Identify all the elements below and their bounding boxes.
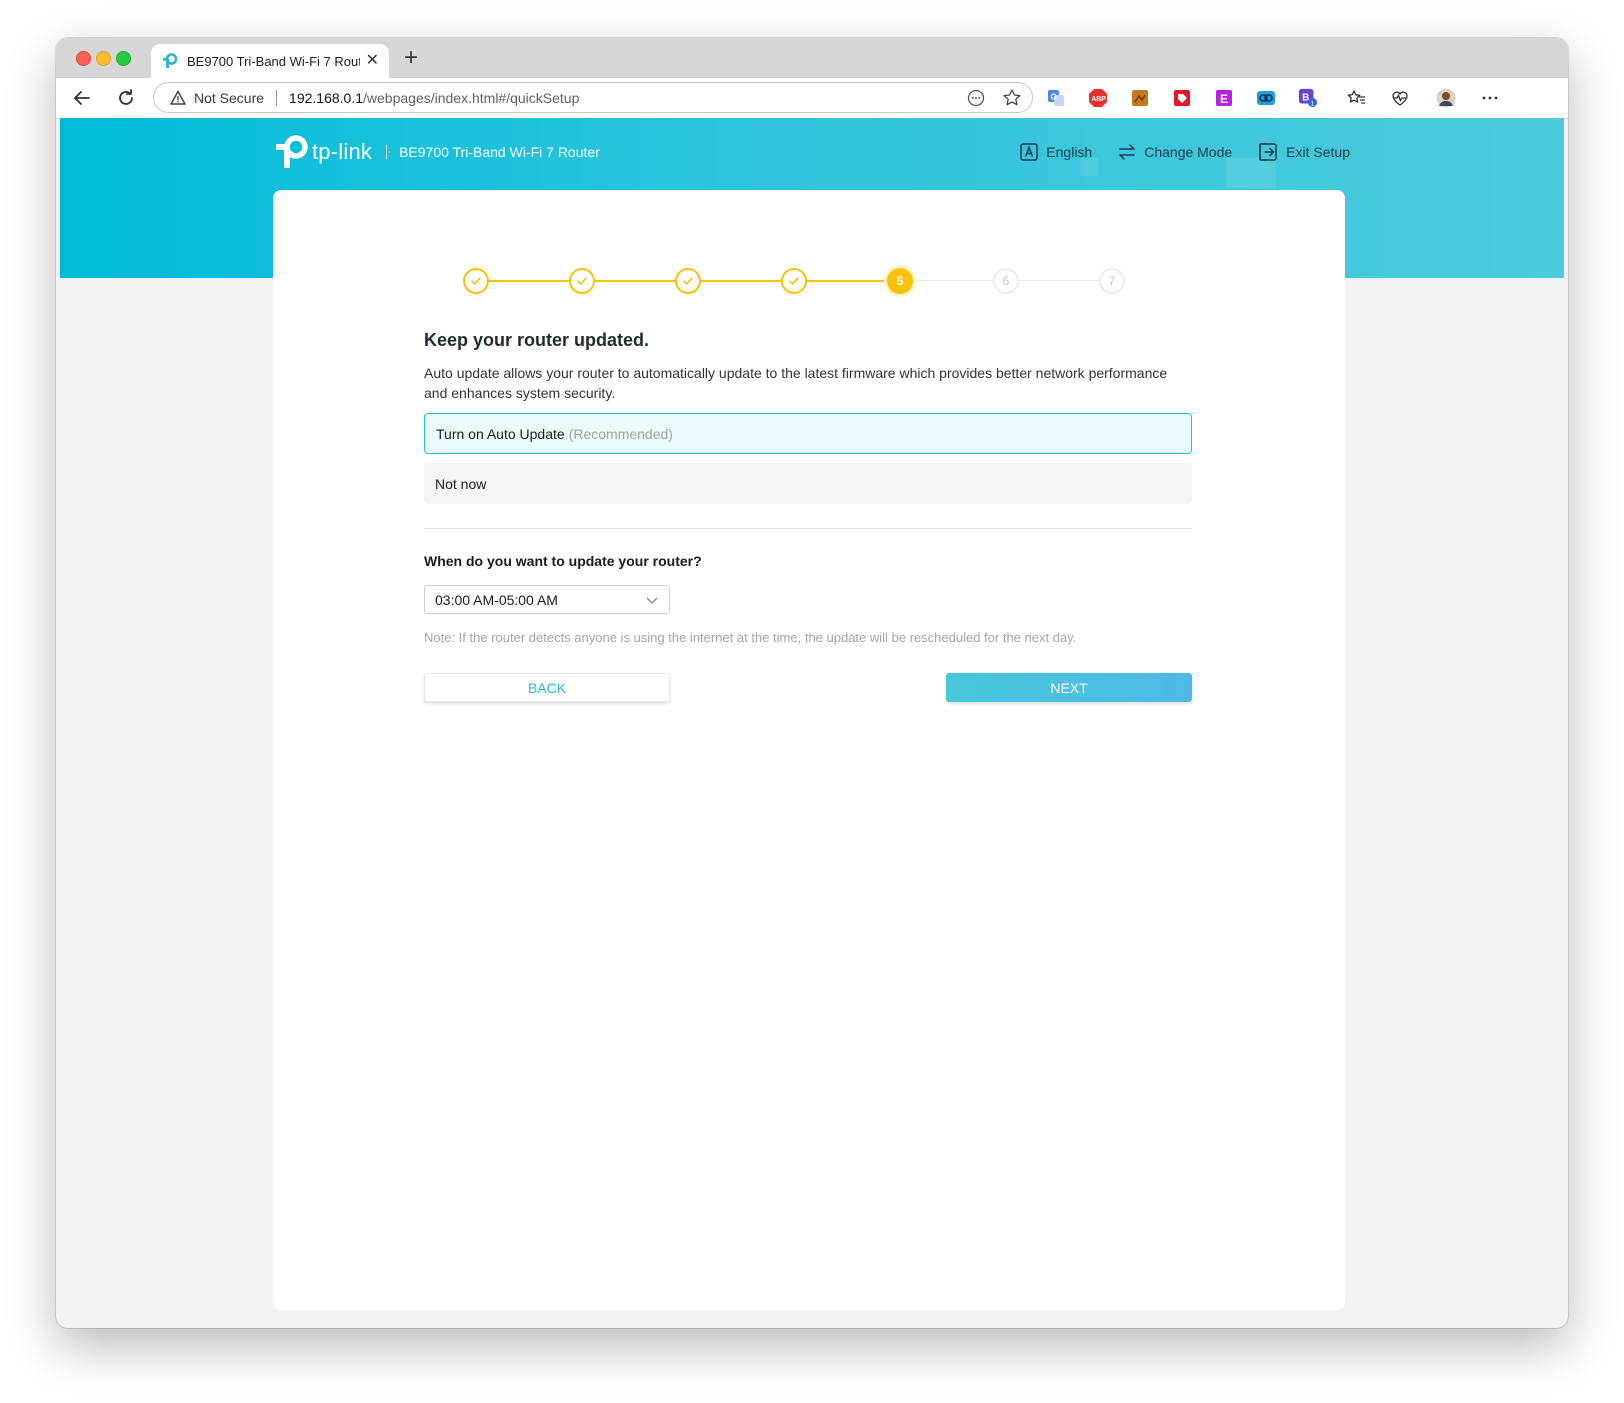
exit-setup-link[interactable]: Exit Setup xyxy=(1258,142,1350,162)
favorites-icon[interactable] xyxy=(1346,88,1366,108)
step-3-completed xyxy=(675,268,701,294)
auto-update-option[interactable]: Turn on Auto Update (Recommended) xyxy=(424,413,1192,454)
health-icon[interactable] xyxy=(1390,88,1410,108)
stepper-connector xyxy=(595,280,675,282)
change-mode-link[interactable]: Change Mode xyxy=(1118,143,1232,161)
reload-icon[interactable] xyxy=(114,86,138,110)
brand-divider xyxy=(386,145,388,159)
profile-avatar[interactable] xyxy=(1436,88,1456,108)
url-path: /webpages/index.html#/quickSetup xyxy=(363,89,580,106)
extension-link-icon[interactable] xyxy=(1256,88,1276,108)
tab-title: BE9700 Tri-Band Wi-Fi 7 Route xyxy=(187,53,360,69)
browser-toolbar: Not Secure 192.168.0.1/webpages/index.ht… xyxy=(56,78,1568,119)
update-note: Note: If the router detects anyone is us… xyxy=(424,630,1077,645)
extension-b-icon[interactable]: B1 xyxy=(1298,88,1318,108)
omnibox-separator xyxy=(276,89,278,106)
svg-text:ABP: ABP xyxy=(1091,96,1106,103)
more-menu-icon[interactable] xyxy=(1480,88,1500,108)
security-label[interactable]: Not Secure xyxy=(194,90,264,106)
extension-orange-icon[interactable] xyxy=(1130,88,1150,108)
extension-badge-count: 1 xyxy=(1311,100,1315,107)
tab-close-icon[interactable]: ✕ xyxy=(366,53,379,69)
not-now-option-label: Not now xyxy=(435,475,487,492)
setup-card: 5 6 7 Keep your router updated. Auto updat… xyxy=(273,190,1345,1310)
tp-link-favicon-icon xyxy=(161,52,179,70)
svg-text:G: G xyxy=(1051,93,1057,102)
bookmark-star-icon[interactable] xyxy=(1002,88,1022,113)
stepper-connector xyxy=(1019,280,1099,281)
extension-purple-e-icon[interactable]: E xyxy=(1214,88,1234,108)
step-6: 6 xyxy=(993,268,1019,294)
update-time-select[interactable]: 03:00 AM-05:00 AM xyxy=(424,585,670,614)
adblock-plus-icon[interactable]: ABP xyxy=(1088,88,1108,108)
close-window-button[interactable] xyxy=(76,51,91,66)
button-row: BACK NEXT xyxy=(424,673,1192,703)
checkmark-icon xyxy=(471,277,481,285)
recommended-hint: (Recommended) xyxy=(568,425,673,442)
auto-update-option-label: Turn on Auto Update xyxy=(436,425,565,442)
step-1-completed xyxy=(463,268,489,294)
back-arrow-icon[interactable] xyxy=(70,86,94,110)
back-button[interactable]: BACK xyxy=(424,673,670,702)
exit-setup-label: Exit Setup xyxy=(1286,144,1350,160)
step-5: 5 xyxy=(887,268,913,294)
header-actions: English Change Mode Exit Setup xyxy=(1020,142,1350,162)
router-setup-page: tp-link BE9700 Tri-Band Wi-Fi 7 Router E… xyxy=(60,118,1564,1324)
change-mode-label: Change Mode xyxy=(1144,144,1233,160)
banner-decoration xyxy=(1226,158,1276,188)
auto-update-form: Keep your router updated. Auto update al… xyxy=(424,330,1192,703)
minimize-window-button[interactable] xyxy=(96,51,111,66)
setup-progress-stepper: 5 6 7 xyxy=(463,268,1143,294)
language-label: English xyxy=(1046,144,1093,160)
stepper-connector xyxy=(701,280,781,282)
page-title: Keep your router updated. xyxy=(424,330,650,350)
language-icon xyxy=(1020,143,1039,161)
browser-window: BE9700 Tri-Band Wi-Fi 7 Route ✕ + Not Se… xyxy=(56,38,1568,1328)
brand-logo[interactable]: tp-link BE9700 Tri-Band Wi-Fi 7 Router xyxy=(274,134,600,170)
svg-text:E: E xyxy=(1220,92,1228,106)
maximize-window-button[interactable] xyxy=(116,51,131,66)
tab-strip: BE9700 Tri-Band Wi-Fi 7 Route ✕ + xyxy=(56,38,1568,78)
step-2-completed xyxy=(569,268,595,294)
language-selector[interactable]: English xyxy=(1020,143,1092,161)
next-button[interactable]: NEXT xyxy=(946,673,1192,702)
update-time-value: 03:00 AM-05:00 AM xyxy=(435,591,558,608)
reader-more-icon[interactable] xyxy=(966,88,986,113)
chevron-down-icon xyxy=(646,597,658,604)
page-description: Auto update allows your router to automa… xyxy=(424,365,1168,401)
stepper-connector xyxy=(807,280,887,282)
checkmark-icon xyxy=(683,277,693,285)
stepper-connector xyxy=(913,280,993,281)
google-translate-icon[interactable]: G xyxy=(1046,88,1066,108)
url-host: 192.168.0.1 xyxy=(289,89,364,106)
checkmark-icon xyxy=(789,277,799,285)
extension-red-tag-icon[interactable] xyxy=(1172,88,1192,108)
not-now-option[interactable]: Not now xyxy=(424,463,1192,504)
exit-icon xyxy=(1259,143,1277,161)
warning-icon[interactable] xyxy=(170,89,188,107)
section-divider xyxy=(424,528,1192,529)
checkmark-icon xyxy=(577,277,587,285)
browser-tab-active[interactable]: BE9700 Tri-Band Wi-Fi 7 Route ✕ xyxy=(151,44,389,78)
switch-arrows-icon xyxy=(1119,144,1135,160)
stepper-connector xyxy=(489,280,569,282)
tp-link-logo-icon xyxy=(276,135,308,168)
step-7: 7 xyxy=(1099,268,1125,294)
step-4-completed xyxy=(781,268,807,294)
update-time-question: When do you want to update your router? xyxy=(424,553,702,569)
address-bar[interactable]: Not Secure 192.168.0.1/webpages/index.ht… xyxy=(153,82,1033,113)
brand-name: tp-link xyxy=(312,139,373,164)
new-tab-button[interactable]: + xyxy=(404,46,418,70)
product-name: BE9700 Tri-Band Wi-Fi 7 Router xyxy=(399,144,600,160)
